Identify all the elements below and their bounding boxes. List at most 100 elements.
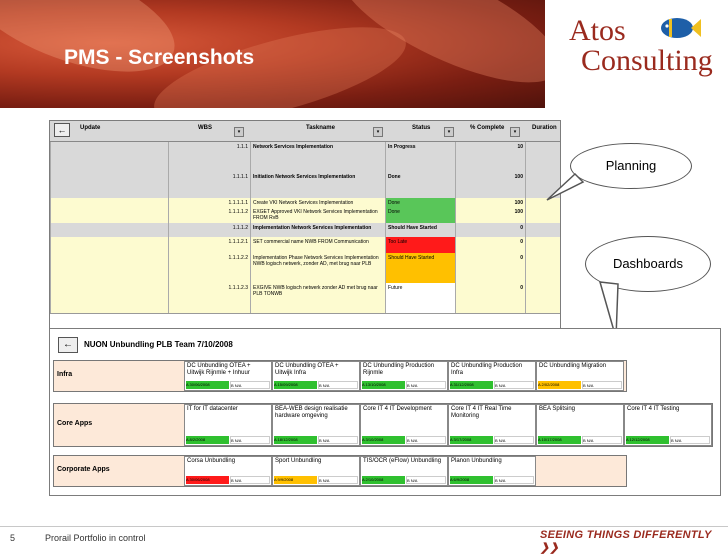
planning-callout-label: Planning bbox=[605, 158, 657, 173]
cell-task: EXGET Approved VKI Network Services Impl… bbox=[250, 207, 385, 223]
status-filter-dropdown[interactable]: ▾ bbox=[444, 127, 454, 137]
cell-status: Too Late bbox=[385, 237, 455, 253]
milestone-title: BEA Splitsing bbox=[539, 406, 576, 412]
milestone-status-a: A 2/10/2008 bbox=[362, 476, 405, 484]
cell-wbs: 1.1.1.2.1 bbox=[168, 237, 250, 253]
col-duration: Duration bbox=[532, 125, 557, 131]
milestone-title: DC Unbundling OTEA + Uitwijk Infra bbox=[275, 363, 339, 376]
cell-empty bbox=[50, 253, 168, 283]
milestone-status-b: B N/A bbox=[494, 476, 534, 484]
milestone-box[interactable]: Planon Unbundling A 6/9/2008 B N/A bbox=[448, 456, 536, 486]
cell-pct: 0 bbox=[455, 283, 525, 313]
dashboard-back-arrow-icon[interactable]: ← bbox=[58, 337, 78, 353]
cell-status: Future bbox=[385, 283, 455, 313]
dashboard-band: Corporate Apps Corsa Unbundling A 30/06/20… bbox=[53, 455, 627, 487]
cell-empty bbox=[525, 237, 560, 253]
dashboards-callout-label: Dashboards bbox=[612, 256, 684, 271]
milestone-status-b: B N/A bbox=[406, 436, 446, 444]
band-label: Core Apps bbox=[57, 420, 93, 427]
col-update: Update bbox=[80, 125, 101, 131]
sheet-row[interactable]: 1.1.1.1.2 EXGET Approved VKI Network Serv… bbox=[50, 207, 560, 224]
dashboard-band: Core Apps IT for IT datacenter A 8/2/2008 B… bbox=[53, 403, 713, 447]
cell-empty bbox=[50, 283, 168, 313]
wbs-filter-dropdown[interactable]: ▾ bbox=[234, 127, 244, 137]
milestone-status-b: B N/A bbox=[230, 436, 270, 444]
sheet-row[interactable]: 1.1.1.2.1 SET commercial name NWB FROM Co… bbox=[50, 237, 560, 254]
cell-wbs: 1.1.1.2.2 bbox=[168, 253, 250, 283]
cell-status: Should Have Started bbox=[385, 223, 455, 237]
cell-pct: 0 bbox=[455, 237, 525, 253]
milestone-status-b: B N/A bbox=[582, 381, 622, 389]
pct-filter-dropdown[interactable]: ▾ bbox=[510, 127, 520, 137]
sheet-row[interactable]: 1.1.1.2.2 Implementation Phase Network Se… bbox=[50, 253, 560, 284]
milestone-status-a: A 31/12/2008 bbox=[450, 381, 493, 389]
milestone-box[interactable]: Core IT 4 IT Testing A 12/12/2008 B N/A bbox=[624, 404, 712, 446]
milestone-box[interactable]: Sport Unbundling A 9/9/2008 B N/A bbox=[272, 456, 360, 486]
back-arrow-icon[interactable]: ← bbox=[54, 123, 70, 137]
band-label: Infra bbox=[57, 371, 73, 378]
milestone-box[interactable]: DC Unbundling OTEA + Uitwijk Infra A 15/0… bbox=[272, 361, 360, 391]
milestone-box[interactable]: TIS/OCR (eFlow) Unbundling A 2/10/2008 B N… bbox=[360, 456, 448, 486]
milestone-box[interactable]: BEA Splitsing A 10/17/2008 B N/A bbox=[536, 404, 624, 446]
milestone-box[interactable]: BEA-WEB design realisatie hardware omgev… bbox=[272, 404, 360, 446]
cell-task: SET commercial name NWB FROM Communicati… bbox=[250, 237, 385, 253]
footer-divider bbox=[0, 526, 728, 527]
cell-empty bbox=[525, 142, 560, 172]
sheet-row[interactable]: 1.1.1.2 Implementation Network Services I… bbox=[50, 223, 560, 238]
milestone-status-b: B N/A bbox=[494, 381, 534, 389]
milestone-box[interactable]: DC Unbundling OTEA + Uitwijk Rijnmle + I… bbox=[184, 361, 272, 391]
cell-task: Network Services Implementation bbox=[250, 142, 385, 172]
milestone-box[interactable]: DC Unbundling Migration A 2/02/2008 B N/A bbox=[536, 361, 624, 391]
cell-empty bbox=[525, 283, 560, 313]
milestone-status-a: A 12/12/2008 bbox=[626, 436, 669, 444]
logo-line2: Consulting bbox=[581, 44, 713, 77]
cell-empty bbox=[50, 237, 168, 253]
milestone-status-b: B N/A bbox=[230, 476, 270, 484]
cell-status: In Progress bbox=[385, 142, 455, 172]
cell-wbs: 1.1.1 bbox=[168, 142, 250, 172]
atos-consulting-logo: Atos Consulting bbox=[555, 14, 720, 84]
taskname-filter-dropdown[interactable]: ▾ bbox=[373, 127, 383, 137]
cell-pct: 100 bbox=[455, 198, 525, 207]
logo-line1: Atos bbox=[569, 14, 626, 47]
planning-callout-tail bbox=[546, 172, 585, 201]
milestone-box[interactable]: DC Unbundling Production Infra A 31/12/20… bbox=[448, 361, 536, 391]
milestone-status-b: B N/A bbox=[582, 436, 622, 444]
milestone-status-a: A 6/9/2008 bbox=[450, 476, 493, 484]
sheet-row[interactable]: 1.1.1.1 Initiation Network Services Imple… bbox=[50, 172, 560, 199]
sheet-row[interactable]: 1.1.1.2.3 EXGIVE NWB logisch netwerk zond… bbox=[50, 283, 560, 314]
milestone-status-a: A 2/02/2008 bbox=[538, 381, 581, 389]
milestone-status-b: B N/A bbox=[230, 381, 270, 389]
cell-status: Done bbox=[385, 198, 455, 207]
milestone-title: TIS/OCR (eFlow) Unbundling bbox=[363, 458, 442, 464]
milestone-status-b: B N/A bbox=[406, 476, 446, 484]
milestone-box[interactable]: IT for IT datacenter A 8/2/2008 B N/A bbox=[184, 404, 272, 446]
milestone-status-a: A 13/10/2008 bbox=[362, 381, 405, 389]
cell-pct: 100 bbox=[455, 207, 525, 223]
sheet-header-row: ← Update WBS ▾ Taskname ▾ Status ▾ % Com… bbox=[50, 121, 560, 142]
sheet-row[interactable]: 1.1.1 Network Services Implementation In P… bbox=[50, 142, 560, 173]
cell-task: Implementation Phase Network Services Im… bbox=[250, 253, 385, 283]
col-taskname: Taskname bbox=[306, 125, 335, 131]
milestone-status-a: A 30/06/2008 bbox=[186, 381, 229, 389]
milestone-title: Core IT 4 IT Development bbox=[363, 406, 432, 412]
dashboard-band: Infra DC Unbundling OTEA + Uitwijk Rijnml… bbox=[53, 360, 627, 392]
milestone-status-b: B N/A bbox=[406, 381, 446, 389]
fish-logo-icon bbox=[661, 18, 701, 38]
cell-empty bbox=[50, 142, 168, 172]
milestone-status-a: A 9/9/2008 bbox=[274, 476, 317, 484]
milestone-box[interactable]: Corsa Unbundling A 30/06/2008 B N/A bbox=[184, 456, 272, 486]
cell-pct: 10 bbox=[455, 142, 525, 172]
milestone-box[interactable]: DC Unbundling Production Rijnmle A 13/10/… bbox=[360, 361, 448, 391]
col-status: Status bbox=[412, 125, 431, 131]
milestone-title: Core IT 4 IT Testing bbox=[627, 406, 680, 412]
cell-pct: 0 bbox=[455, 253, 525, 283]
milestone-title: DC Unbundling Migration bbox=[539, 363, 607, 369]
milestone-status-b: B N/A bbox=[318, 436, 358, 444]
milestone-box[interactable]: Core IT 4 IT Development A 3/10/2008 B N/A bbox=[360, 404, 448, 446]
milestone-status-a: A 8/2/2008 bbox=[186, 436, 229, 444]
cell-empty bbox=[50, 223, 168, 237]
milestone-status-a: A 15/09/2008 bbox=[274, 381, 317, 389]
milestone-box[interactable]: Core IT 4 IT Real Time Monitoring A 3/17/… bbox=[448, 404, 536, 446]
milestone-title: DC Unbundling OTEA + Uitwijk Rijnmle + I… bbox=[187, 363, 251, 376]
